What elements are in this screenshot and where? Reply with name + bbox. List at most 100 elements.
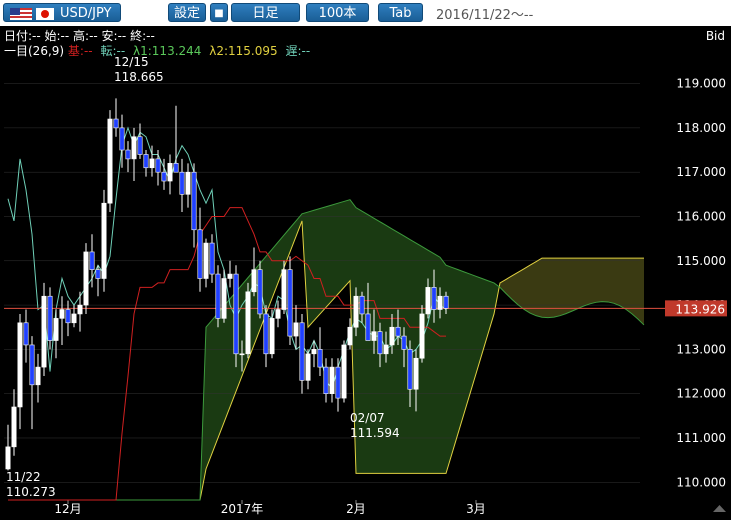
- candle-body: [353, 295, 359, 328]
- lock-button[interactable]: ■: [210, 3, 228, 22]
- candle-body: [371, 331, 377, 341]
- period-button[interactable]: 日足: [231, 3, 300, 22]
- candle-body: [239, 353, 245, 356]
- y-tick-label: 113.000: [676, 342, 726, 356]
- candle-body: [137, 136, 143, 155]
- candle-body: [29, 344, 35, 386]
- candle-body: [167, 163, 173, 182]
- candle-body: [287, 269, 293, 337]
- current-price-label: 113.926: [675, 302, 725, 316]
- candle-body: [251, 269, 257, 293]
- candle-body: [35, 366, 41, 386]
- candle-body: [365, 313, 371, 341]
- candle-body: [263, 313, 269, 355]
- annotation-value: 110.273: [6, 485, 56, 499]
- candle-body: [59, 309, 65, 319]
- lagging-value: 遅:--: [285, 44, 310, 58]
- candle-body: [275, 309, 281, 319]
- currency-pair-selector[interactable]: USD/JPY: [3, 3, 121, 22]
- candle-body: [107, 118, 113, 204]
- candle-body: [329, 366, 335, 394]
- candle-body: [293, 322, 299, 337]
- candle-body: [347, 326, 353, 346]
- candle-body: [179, 171, 185, 195]
- candle-body: [143, 154, 149, 169]
- candle-body: [245, 291, 251, 355]
- candle-body: [101, 202, 107, 279]
- candle-body: [131, 136, 137, 160]
- candle-body: [77, 304, 83, 315]
- candle-body: [227, 273, 233, 279]
- candle-body: [113, 118, 119, 129]
- ichimoku-prefix: 一目(26,9): [4, 44, 64, 58]
- candle-body: [269, 318, 275, 355]
- candle-body: [323, 366, 329, 394]
- annotation-value: 118.665: [114, 70, 164, 84]
- candle-body: [161, 171, 167, 182]
- candle-body: [407, 349, 413, 390]
- y-tick-label: 119.000: [676, 77, 726, 91]
- candle-body: [437, 295, 443, 310]
- candle-body: [431, 287, 437, 310]
- base-value: 転:--: [100, 44, 125, 58]
- candle-body: [173, 163, 179, 173]
- japan-flag-icon: [36, 8, 54, 20]
- x-tick-label: 12月: [54, 502, 81, 516]
- candle-body: [233, 273, 239, 355]
- x-tick-label: 2017年: [221, 502, 264, 516]
- y-tick-label: 110.000: [676, 475, 726, 489]
- candle-body: [185, 171, 191, 195]
- us-flag-icon: [10, 8, 32, 20]
- currency-pair-label: USD/JPY: [60, 6, 112, 21]
- candle-body: [317, 349, 323, 368]
- toolbar: USD/JPY 設定 ■ 日足 100本 Tab 2016/11/22〜--: [0, 0, 731, 26]
- x-tick-label: 3月: [466, 502, 486, 516]
- candlestick-chart[interactable]: 119.000118.000117.000116.000115.000114.0…: [0, 26, 731, 520]
- candle-body: [197, 229, 203, 279]
- candle-body: [215, 273, 221, 319]
- annotation-value: 111.594: [350, 426, 400, 440]
- candle-body: [401, 335, 407, 350]
- candle-body: [95, 269, 101, 279]
- ohlc-info-line: 日付:-- 始:-- 高:-- 安:-- 終:--: [4, 28, 155, 43]
- y-tick-label: 116.000: [676, 209, 726, 223]
- span1-value: λ1:113.244: [133, 44, 201, 58]
- candle-body: [5, 446, 11, 470]
- candle-body: [377, 331, 383, 355]
- candle-body: [47, 295, 53, 341]
- candle-body: [155, 158, 161, 173]
- settings-button[interactable]: 設定: [168, 3, 206, 22]
- annotation-date: 11/22: [6, 470, 41, 484]
- candle-body: [83, 251, 89, 306]
- candle-body: [119, 127, 125, 151]
- candle-body: [149, 158, 155, 169]
- y-tick-label: 117.000: [676, 165, 726, 179]
- candle-body: [257, 269, 263, 315]
- conversion-value: 基:--: [68, 44, 93, 58]
- ichimoku-info-line: 一目(26,9) 基:-- 転:-- λ1:113.244 λ2:115.095…: [4, 44, 310, 58]
- candle-body: [281, 269, 287, 310]
- candle-body: [419, 313, 425, 359]
- y-tick-label: 112.000: [676, 387, 726, 401]
- candle-body: [221, 278, 227, 319]
- candle-body: [65, 309, 71, 324]
- y-tick-label: 118.000: [676, 121, 726, 135]
- lock-icon: ■: [214, 8, 224, 19]
- tab-button[interactable]: Tab: [378, 3, 423, 22]
- quote-type-label: Bid: [706, 29, 725, 43]
- bar-count-button[interactable]: 100本: [306, 3, 369, 22]
- candle-body: [359, 295, 365, 315]
- candle-body: [41, 295, 47, 368]
- candle-body: [395, 326, 401, 337]
- x-tick-label: 2月: [346, 502, 366, 516]
- candle-body: [299, 322, 305, 381]
- candle-body: [383, 344, 389, 355]
- y-tick-label: 115.000: [676, 254, 726, 268]
- candle-body: [389, 326, 395, 346]
- candle-body: [443, 295, 449, 309]
- candle-body: [425, 287, 431, 315]
- annotation-date: 02/07: [350, 411, 385, 425]
- candle-body: [191, 171, 197, 231]
- span2-value: λ2:115.095: [209, 44, 277, 58]
- date-range-label: 2016/11/22〜--: [436, 8, 534, 23]
